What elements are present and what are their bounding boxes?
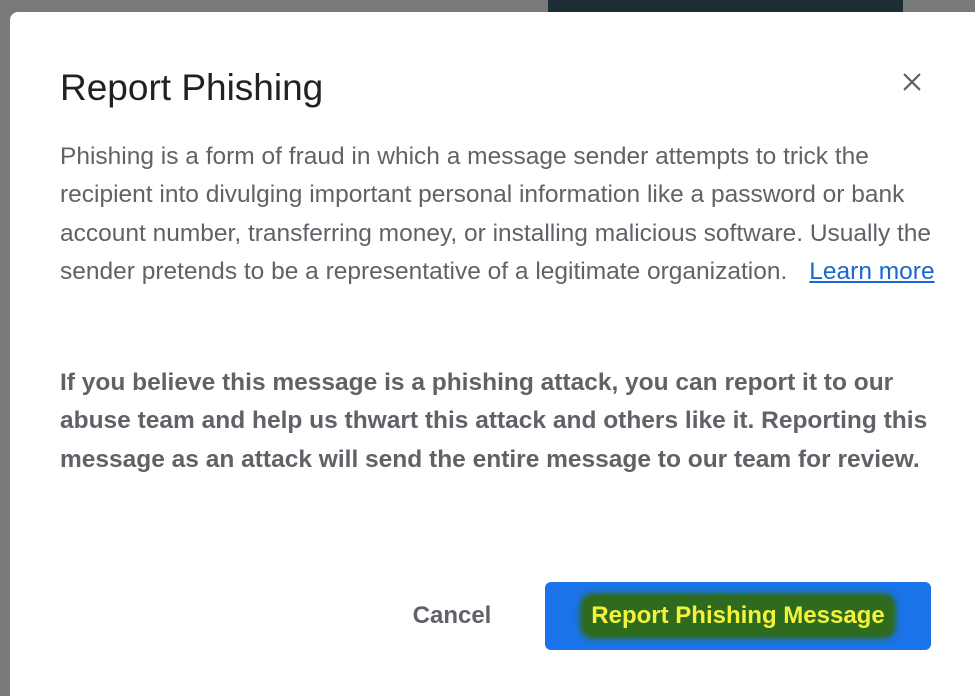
dialog-notice: If you believe this message is a phishin… [60,369,928,473]
report-phishing-message-button[interactable]: Report Phishing Message [545,582,931,650]
description-text: Phishing is a form of fraud in which a m… [60,143,932,285]
close-icon [903,73,921,91]
report-button-label: Report Phishing Message [583,596,893,636]
close-button[interactable] [894,64,930,100]
background-window-strip [548,0,903,12]
dialog-title: Report Phishing [60,67,324,108]
dialog-description: Phishing is a form of fraud in which a m… [60,138,940,291]
learn-more-link[interactable]: Learn more [809,258,934,285]
report-phishing-dialog: Report Phishing Phishing is a form of fr… [10,12,975,696]
cancel-button[interactable]: Cancel [390,582,514,650]
